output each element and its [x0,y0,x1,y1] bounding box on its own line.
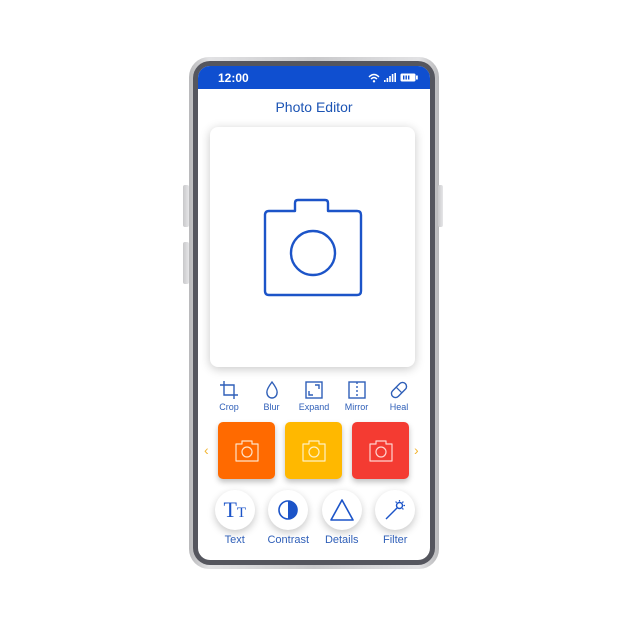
text-icon: TT [223,497,247,522]
tool-label: Crop [219,402,239,412]
photo-preview[interactable] [210,127,415,367]
crop-icon [220,381,238,399]
camera-icon [263,198,362,297]
contrast-icon [278,500,299,520]
power-button [438,185,443,227]
camera-icon [301,439,326,462]
volume-down-button [183,242,189,284]
carousel-prev-arrow[interactable]: ‹ [204,442,209,458]
camera-icon [234,439,259,462]
app-screen: 12:00 Photo Editor Crop Blur Expand Mirr… [198,66,430,560]
action-details[interactable]: Details [315,490,369,546]
page-title: Photo Editor [275,99,353,115]
filter-thumb-orange[interactable] [218,422,275,479]
volume-up-button [183,185,189,227]
action-bar: TT Text Contrast Details Filter [208,490,422,546]
expand-icon [305,381,323,399]
action-label: Contrast [267,534,310,546]
action-filter[interactable]: Filter [369,490,423,546]
tool-label: Blur [263,402,280,412]
mirror-icon [347,381,366,399]
filter-thumb-red[interactable] [352,422,409,479]
tool-label: Heal [389,402,409,412]
tool-blur[interactable]: Blur [251,380,293,412]
droplet-icon [265,380,278,399]
action-text[interactable]: TT Text [208,490,262,546]
status-time: 12:00 [218,70,249,85]
magic-wand-icon [385,500,406,520]
battery-icon [400,73,418,82]
tool-crop[interactable]: Crop [208,380,250,412]
bandage-icon [390,381,408,399]
camera-icon [368,439,393,462]
action-button[interactable] [375,490,416,530]
action-contrast[interactable]: Contrast [262,490,316,546]
tool-bar: Crop Blur Expand Mirror Heal [208,380,420,412]
signal-icon [384,73,396,82]
filter-carousel: ‹ › [198,422,430,480]
filter-thumb-yellow[interactable] [285,422,342,479]
tool-label: Expand [298,402,330,412]
triangle-icon [329,499,354,521]
carousel-next-arrow[interactable]: › [414,442,419,458]
action-button[interactable] [321,490,362,530]
tool-expand[interactable]: Expand [293,380,335,412]
action-label: Details [324,534,359,546]
tool-label: Mirror [344,402,369,412]
status-bar: 12:00 [198,66,430,89]
action-button[interactable] [268,490,309,530]
action-button[interactable]: TT [214,490,255,530]
action-label: Filter [383,534,408,546]
tool-mirror[interactable]: Mirror [336,380,378,412]
action-label: Text [224,534,245,546]
wifi-icon [368,73,380,82]
tool-heal[interactable]: Heal [378,380,420,412]
